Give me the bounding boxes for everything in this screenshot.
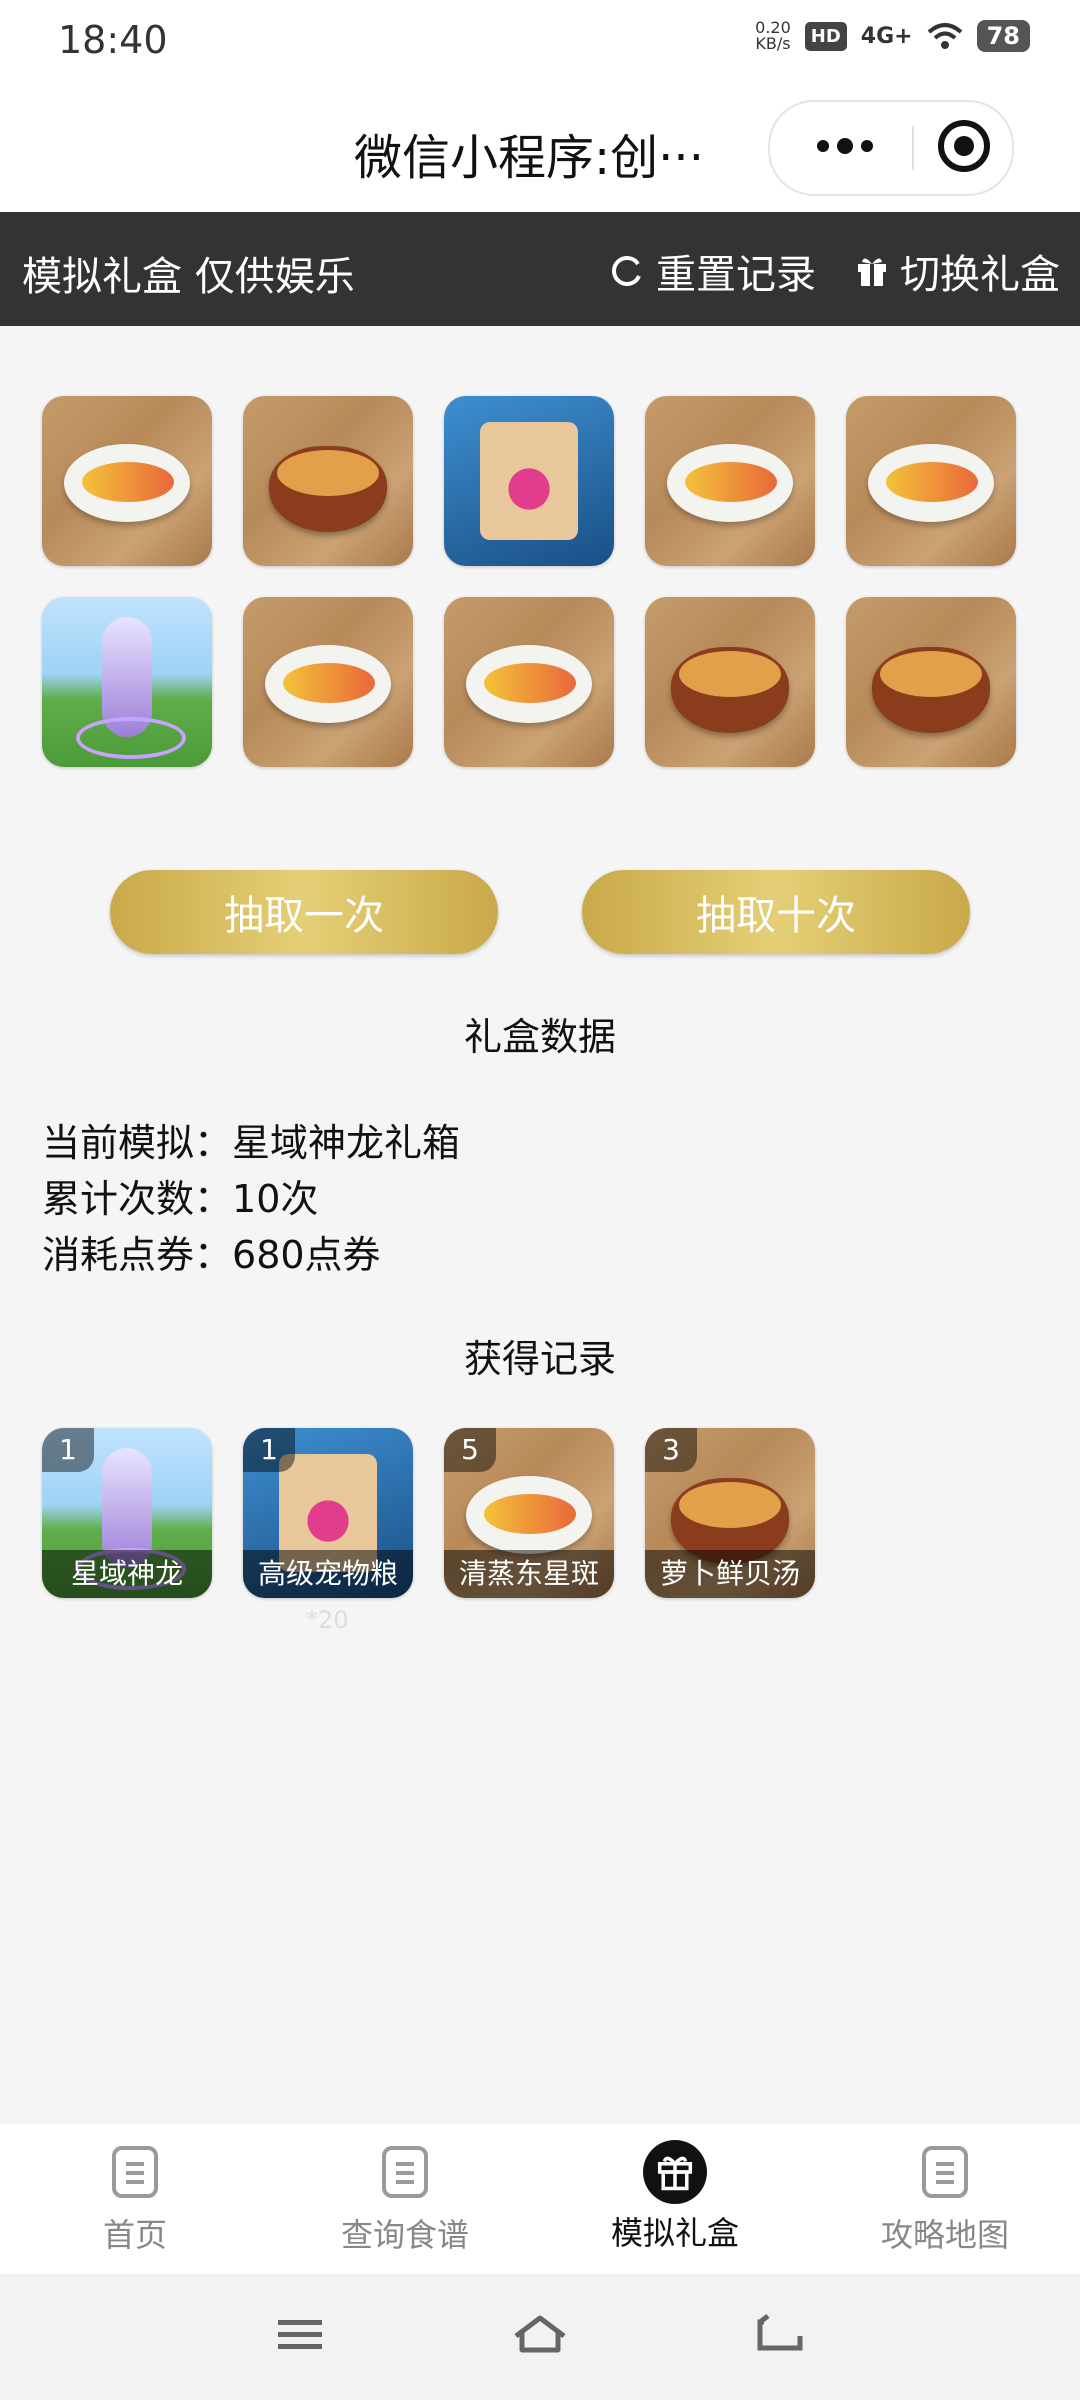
cost-points-value: 680点券 [232,1233,381,1277]
draw-result-tile: ● [444,396,614,566]
battery-icon: 78 [976,20,1030,52]
draw-result-tile [243,597,413,767]
signal-icon: 4G+ [860,23,913,49]
paw-icon: ● [304,1485,352,1548]
status-time: 18:40 [58,18,168,62]
cost-points: 消耗点券：680点券 [42,1224,381,1279]
soup-icon [679,651,781,697]
fish-icon [484,1494,576,1534]
soup-icon [679,1482,781,1528]
fish-icon [484,663,576,703]
soup-icon [277,450,379,496]
record-item: 3 萝卜鲜贝汤 [645,1428,815,1598]
current-simulation-label: 当前模拟： [42,1121,233,1165]
tab-strategy-map[interactable]: 攻略地图 [810,2146,1080,2256]
document-icon [112,2146,158,2198]
capsule-divider [912,126,914,170]
system-nav-bar [0,2274,1080,2400]
record-name: 萝卜鲜贝汤 [645,1550,815,1598]
draw-result-tile [444,597,614,767]
document-icon [382,2146,428,2198]
tab-gift-box[interactable]: 模拟礼盒 [540,2140,810,2254]
record-name: 星域神龙 [42,1550,212,1598]
record-count: 5 [444,1428,496,1472]
network-speed-unit: KB/s [755,34,791,53]
tab-label: 模拟礼盒 [610,2214,739,2252]
network-speed: 0.20 KB/s [755,20,791,52]
record-item: 5 清蒸东星斑 [444,1428,614,1598]
close-target-icon[interactable] [936,118,992,174]
draw-result-tile [243,396,413,566]
magic-ring-icon [76,717,186,759]
wifi-icon [927,23,962,49]
status-bar: 18:40 0.20 KB/s HD 4G+ 78 [0,0,1080,84]
total-count: 累计次数：10次 [42,1168,318,1223]
record-item: 1 星域神龙 [42,1428,212,1598]
gift-icon [643,2140,707,2204]
tab-recipes[interactable]: 查询食谱 [270,2146,540,2256]
draw-result-tile [42,597,212,767]
hd-icon: HD [804,21,847,51]
more-button[interactable] [800,114,890,178]
draw-result-tile [846,597,1016,767]
mini-program-capsule [768,100,1014,196]
fish-icon [886,462,978,502]
record-count: 1 [243,1428,295,1472]
more-dot-icon [861,140,873,152]
draw-result-tile [645,597,815,767]
stats-title: 礼盒数据 [463,1015,616,1059]
refresh-icon [612,256,641,286]
reset-record-label: 重置记录 [656,252,816,298]
total-count-label: 累计次数： [42,1177,233,1221]
tab-bar: 首页 查询食谱 模拟礼盒 攻略地图 [0,2124,1080,2274]
document-icon [922,2146,968,2198]
record-name: 高级宠物粮 [243,1550,413,1598]
status-icons: 0.20 KB/s HD 4G+ 78 [755,20,1030,52]
gift-icon [858,258,886,286]
record-sub-quantity: *20 [306,1606,349,1634]
total-count-value: 10次 [232,1177,319,1221]
draw-result-tile [645,396,815,566]
more-dot-icon [837,138,853,154]
switch-gift-box-label: 切换礼盒 [900,252,1060,298]
header-label: 模拟礼盒 仅供娱乐 [22,254,355,300]
current-simulation: 当前模拟：星域神龙礼箱 [42,1112,460,1167]
record-name: 清蒸东星斑 [444,1550,614,1598]
record-count: 1 [42,1428,94,1472]
tab-label: 攻略地图 [880,2216,1009,2254]
tab-label: 首页 [102,2216,167,2254]
draw-result-tile [42,396,212,566]
menu-icon[interactable] [270,2310,330,2360]
records-title: 获得记录 [463,1337,616,1381]
record-count: 3 [645,1428,697,1472]
fish-icon [685,462,777,502]
record-item: ● 1 高级宠物粮 [243,1428,413,1598]
switch-gift-box-button[interactable]: 切换礼盒 [856,242,1060,300]
cost-points-label: 消耗点券： [42,1233,233,1277]
fish-icon [82,462,174,502]
draw-result-tile [846,396,1016,566]
soup-icon [880,651,982,697]
page-title: 微信小程序:创··· [354,130,704,186]
gift-box-header: 模拟礼盒 仅供娱乐 重置记录 切换礼盒 [0,212,1080,326]
title-bar: 微信小程序:创··· [0,84,1080,212]
current-simulation-value: 星域神龙礼箱 [232,1121,461,1165]
back-icon[interactable] [750,2310,810,2360]
more-dot-icon [817,140,829,152]
draw-once-button[interactable]: 抽取一次 [110,870,498,954]
paw-icon: ● [505,453,553,516]
fish-icon [283,663,375,703]
draw-ten-button[interactable]: 抽取十次 [582,870,970,954]
tab-home[interactable]: 首页 [0,2146,270,2256]
reset-record-button[interactable]: 重置记录 [610,242,816,300]
home-icon[interactable] [510,2310,570,2360]
tab-label: 查询食谱 [340,2216,469,2254]
